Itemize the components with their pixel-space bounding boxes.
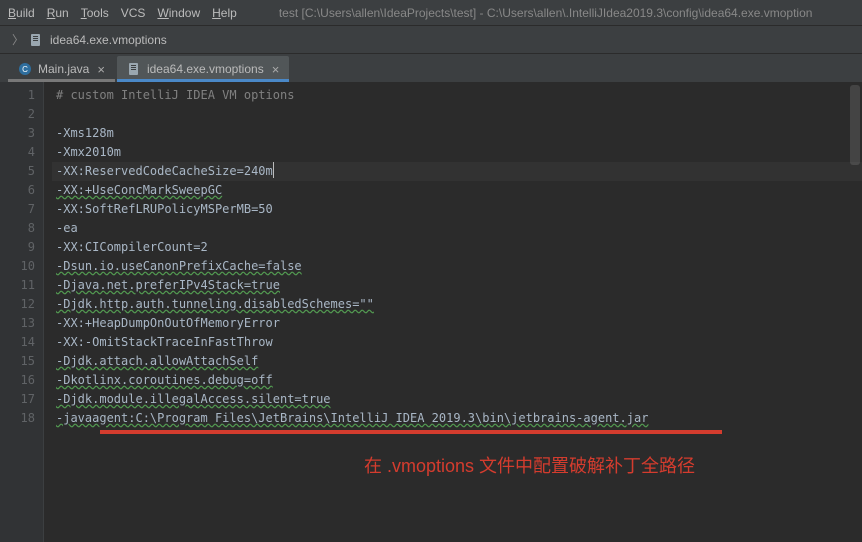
tab-strip: C Main.java × idea64.exe.vmoptions ×: [0, 54, 862, 82]
menu-window[interactable]: Window: [157, 6, 200, 20]
line-number: 4: [0, 143, 35, 162]
menu-run[interactable]: Run: [47, 6, 69, 20]
file-icon: [28, 32, 44, 48]
line-number: 18: [0, 409, 35, 428]
line-number: 6: [0, 181, 35, 200]
file-icon: [127, 62, 141, 76]
line-number: 16: [0, 371, 35, 390]
gutter: 1 2 3 4 5 6 7 8 9 10 11 12 13 14 15 16 1…: [0, 82, 44, 542]
code-line: -XX:+UseConcMarkSweepGC: [56, 183, 222, 197]
code-line: -Djava.net.preferIPv4Stack=true: [56, 278, 280, 292]
tab-label: Main.java: [38, 62, 89, 76]
close-icon[interactable]: ×: [272, 63, 280, 76]
breadcrumb-sep-icon: 〉: [12, 31, 24, 48]
code-line: -XX:CICompilerCount=2: [56, 240, 208, 254]
code-line: -Xmx2010m: [56, 145, 121, 159]
menu-vcs[interactable]: VCS: [121, 6, 146, 20]
line-number: 13: [0, 314, 35, 333]
tab-label: idea64.exe.vmoptions: [147, 62, 264, 76]
line-number: 15: [0, 352, 35, 371]
line-number: 12: [0, 295, 35, 314]
close-icon[interactable]: ×: [97, 63, 105, 76]
code-line: -XX:-OmitStackTraceInFastThrow: [56, 335, 273, 349]
line-number: 2: [0, 105, 35, 124]
code-line: -Djdk.http.auth.tunneling.disabledScheme…: [56, 297, 374, 311]
annotation-underline: [100, 430, 722, 434]
line-number: 7: [0, 200, 35, 219]
menu-tools[interactable]: Tools: [81, 6, 109, 20]
annotation-text: 在 .vmoptions 文件中配置破解补丁全路径: [364, 452, 695, 478]
vertical-scrollbar[interactable]: [850, 85, 860, 165]
line-number: 17: [0, 390, 35, 409]
code-line: -ea: [56, 221, 78, 235]
svg-text:C: C: [22, 65, 28, 74]
menu-build[interactable]: Build: [8, 6, 35, 20]
menu-bar: Build Run Tools VCS Window Help test [C:…: [0, 0, 862, 26]
breadcrumb: 〉 idea64.exe.vmoptions: [0, 26, 862, 54]
line-number: 8: [0, 219, 35, 238]
code-line: # custom IntelliJ IDEA VM options: [56, 88, 294, 102]
line-number: 10: [0, 257, 35, 276]
editor[interactable]: 1 2 3 4 5 6 7 8 9 10 11 12 13 14 15 16 1…: [0, 82, 862, 542]
window-title: test [C:\Users\allen\IdeaProjects\test] …: [279, 6, 813, 20]
code-line: -Dkotlinx.coroutines.debug=off: [56, 373, 273, 387]
code-line: -Djdk.module.illegalAccess.silent=true: [56, 392, 331, 406]
line-number: 14: [0, 333, 35, 352]
line-number: 1: [0, 86, 35, 105]
line-number: 11: [0, 276, 35, 295]
breadcrumb-file[interactable]: idea64.exe.vmoptions: [50, 33, 167, 47]
tab-main-java[interactable]: C Main.java ×: [8, 56, 115, 82]
line-number: 3: [0, 124, 35, 143]
code-line: -XX:SoftRefLRUPolicyMSPerMB=50: [56, 202, 273, 216]
code-line: -Xms128m: [56, 126, 114, 140]
code-line: -XX:ReservedCodeCacheSize=240m: [56, 164, 273, 178]
code-area[interactable]: # custom IntelliJ IDEA VM options -Xms12…: [44, 82, 862, 542]
code-line: -XX:+HeapDumpOnOutOfMemoryError: [56, 316, 280, 330]
line-number: 5: [0, 162, 35, 181]
code-line: -Djdk.attach.allowAttachSelf: [56, 354, 258, 368]
line-number: 9: [0, 238, 35, 257]
code-line: -Dsun.io.useCanonPrefixCache=false: [56, 259, 302, 273]
java-class-icon: C: [18, 62, 32, 76]
code-line: -javaagent:C:\Program Files\JetBrains\In…: [56, 411, 648, 425]
tab-vmoptions[interactable]: idea64.exe.vmoptions ×: [117, 56, 289, 82]
caret: [273, 162, 274, 178]
menu-help[interactable]: Help: [212, 6, 237, 20]
